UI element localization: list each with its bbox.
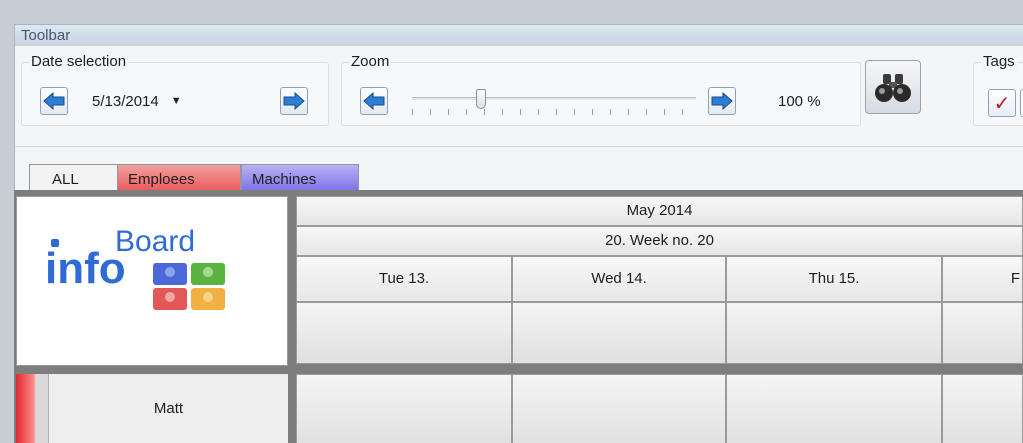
logo-text-board: Board [115,225,195,258]
left-arrow-icon [363,92,385,110]
zoom-slider-track[interactable] [412,97,696,101]
day-label: F [1010,270,1020,287]
toolbar-header: Toolbar [14,24,1023,46]
date-selection-group: Date selection 5/13/2014 ▼ [21,53,329,126]
date-selection-title: Date selection [29,53,129,71]
logo-text-info: info [45,244,126,293]
day-label: Tue 13. [378,270,430,287]
day-label: Wed 14. [591,270,647,287]
toolbar-title: Toolbar [21,27,71,44]
date-value: 5/13/2014 [92,92,159,110]
day-subheader [296,302,512,364]
search-button[interactable] [865,60,921,114]
date-picker[interactable]: 5/13/2014 ▼ [80,87,252,115]
resource-row-header[interactable]: Matt [48,374,288,443]
schedule-cell[interactable] [512,374,726,443]
date-next-button[interactable] [280,87,308,115]
resource-color-bar [16,374,48,443]
resource-name: Matt [153,400,184,417]
day-header-thu[interactable]: Thu 15. [726,256,942,302]
schedule-cell[interactable] [942,374,1023,443]
zoom-slider-ticks [412,109,696,115]
tab-employees[interactable]: Emploees [117,164,241,190]
schedule-cell[interactable] [726,374,942,443]
binoculars-icon [875,74,911,102]
tag-toggle-button[interactable]: ✓ [988,89,1016,117]
zoom-in-button[interactable] [708,87,736,115]
tab-all-label: ALL [52,171,79,188]
day-label: Thu 15. [808,270,860,287]
tags-title: Tags [981,53,1017,71]
right-arrow-icon [711,92,733,110]
week-label: 20. Week no. 20 [605,232,714,249]
month-header: May 2014 [296,196,1023,226]
day-subheader [512,302,726,364]
day-subheader [942,302,1023,364]
day-header-tue[interactable]: Tue 13. [296,256,512,302]
day-header-fri[interactable]: F [942,256,1023,302]
chevron-down-icon[interactable]: ▼ [171,95,182,107]
date-prev-button[interactable] [40,87,68,115]
week-header: 20. Week no. 20 [296,226,1023,256]
zoom-out-button[interactable] [360,87,388,115]
tabs-bar: ALL Emploees Machines [14,146,1023,190]
app-logo: Board info [16,196,288,366]
tags-group: Tags ✓ [973,53,1023,126]
tab-employees-label: Emploees [128,171,195,188]
month-label: May 2014 [626,202,693,219]
zoom-slider-thumb[interactable] [476,89,486,109]
right-arrow-icon [283,92,305,110]
zoom-title: Zoom [349,53,392,71]
tab-all[interactable]: ALL [29,164,119,190]
day-header-wed[interactable]: Wed 14. [512,256,726,302]
day-subheader [726,302,942,364]
zoom-group: Zoom 100 % [341,53,861,126]
checkmark-icon: ✓ [993,92,1011,115]
left-arrow-icon [43,92,65,110]
schedule-cell[interactable] [296,374,512,443]
tab-machines-label: Machines [252,171,317,188]
tab-machines[interactable]: Machines [241,164,359,190]
zoom-value: 100 % [778,93,821,110]
